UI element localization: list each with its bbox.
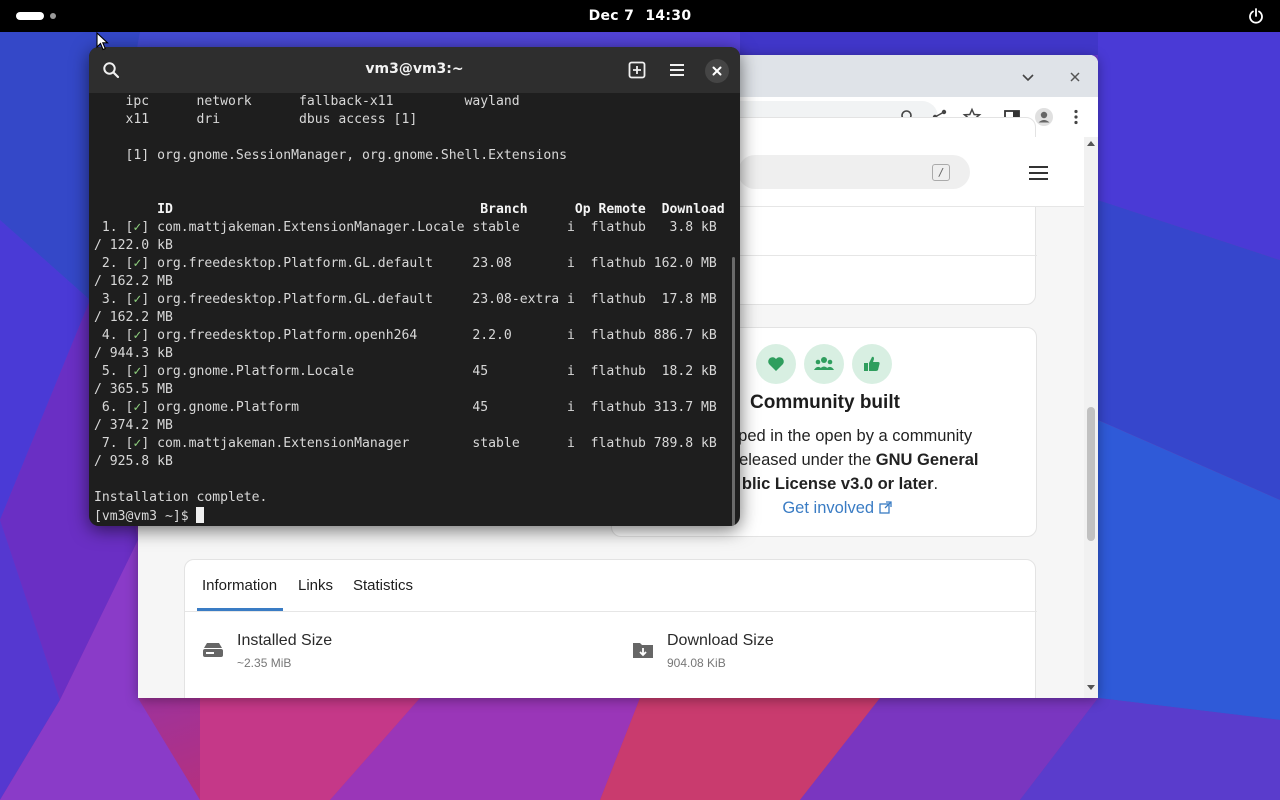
license-name-cont: blic License v3.0 or later [741,475,934,493]
scroll-down-arrow[interactable] [1087,685,1095,690]
terminal-line: / 162.2 MB [94,310,173,325]
terminal-line: [1] org.gnome.SessionManager, org.gnome.… [94,148,567,163]
browser-menu-icon[interactable] [1066,107,1086,127]
community-text-end: . [933,475,939,493]
text-cursor [196,507,205,523]
terminal-line: ipc network fallback-x11 wayland [94,94,520,109]
hamburger-menu-icon[interactable] [1029,166,1048,180]
get-involved-label: Get involved [782,499,875,517]
installed-size-label: Installed Size [237,632,333,649]
new-tab-icon[interactable] [627,60,647,80]
installed-size-value: ~2.35 MiB [237,656,292,670]
terminal-line: / 925.8 kB [94,454,173,469]
check-mark: ✓ [133,400,142,415]
search-shortcut-key: / [932,164,950,181]
close-icon[interactable] [1065,67,1085,87]
check-mark: ✓ [133,328,142,343]
top-bar: Dec 7 14:30 [0,0,1280,32]
clock-date: Dec 7 [588,8,635,24]
tab-information[interactable]: Information [202,577,277,594]
chevron-down-icon[interactable] [1018,67,1038,87]
terminal-close-button[interactable] [705,59,729,83]
terminal-line: 4. [✓] org.freedesktop.Platform.openh264… [94,328,717,343]
terminal-line: x11 dri dbus access [1] [94,112,418,127]
terminal-line: 3. [✓] org.freedesktop.Platform.GL.defau… [94,292,717,307]
community-badges [756,344,892,384]
terminal-prompt[interactable]: [vm3@vm3 ~]$ [94,507,730,525]
workspace-indicator[interactable] [50,13,56,19]
clock[interactable]: Dec 7 14:30 [586,8,695,24]
heart-icon [768,357,784,371]
terminal-window[interactable]: vm3@vm3:~ ipc network fallback-x11 wayla… [89,47,740,526]
thumbs-up-badge [852,344,892,384]
terminal-line: / 944.3 kB [94,346,173,361]
check-mark: ✓ [133,364,142,379]
scrollbar-thumb[interactable] [1087,407,1095,541]
thumbs-up-icon [864,356,880,371]
close-icon [712,66,722,76]
people-icon [814,357,834,370]
terminal-line: 5. [✓] org.gnome.Platform.Locale 45 i fl… [94,364,717,379]
download-size-value: 904.08 KiB [667,656,726,670]
information-card: Information Links Statistics Installed S… [184,559,1037,698]
terminal-line: 7. [✓] com.mattjakeman.ExtensionManager … [94,436,717,451]
download-size-label: Download Size [667,632,774,649]
check-mark: ✓ [133,256,142,271]
page-scrollbar[interactable] [1084,137,1098,698]
terminal-line: / 365.5 MB [94,382,173,397]
mouse-pointer-icon [96,32,109,51]
tab-statistics[interactable]: Statistics [353,577,413,594]
terminal-line: Installation complete. [94,490,268,505]
terminal-line: / 374.2 MB [94,418,173,433]
people-badge [804,344,844,384]
profile-avatar-icon[interactable] [1034,107,1054,127]
prompt-text: [vm3@vm3 ~]$ [94,509,197,524]
check-mark: ✓ [133,436,142,451]
menu-icon[interactable] [667,60,687,80]
check-mark: ✓ [133,292,142,307]
check-mark: ✓ [133,220,142,235]
terminal-line: 1. [✓] com.mattjakeman.ExtensionManager.… [94,220,717,235]
community-text-1: veloped in the open by a community [707,427,973,445]
external-link-icon [879,501,892,514]
workspace-indicator-active[interactable] [16,12,44,20]
terminal-line: 2. [✓] org.freedesktop.Platform.GL.defau… [94,256,717,271]
terminal-header: vm3@vm3:~ [89,47,740,93]
license-name: GNU General [875,451,979,469]
heart-badge [756,344,796,384]
active-tab-indicator [197,608,283,611]
terminal-line: / 162.2 MB [94,274,173,289]
terminal-output[interactable]: ipc network fallback-x11 wayland x11 dri… [94,93,730,526]
terminal-line: 6. [✓] org.gnome.Platform 45 i flathub 3… [94,400,717,415]
power-icon[interactable] [1248,8,1264,24]
download-folder-icon [633,643,653,658]
terminal-line: / 122.0 kB [94,238,173,253]
drive-icon [203,643,223,657]
info-tabs: Information Links Statistics [185,560,1037,612]
terminal-scrollbar[interactable] [732,257,735,526]
scroll-up-arrow[interactable] [1087,141,1095,146]
terminal-line: ID Branch Op Remote Download [94,202,725,217]
tab-links[interactable]: Links [298,577,333,594]
clock-time: 14:30 [645,8,692,24]
